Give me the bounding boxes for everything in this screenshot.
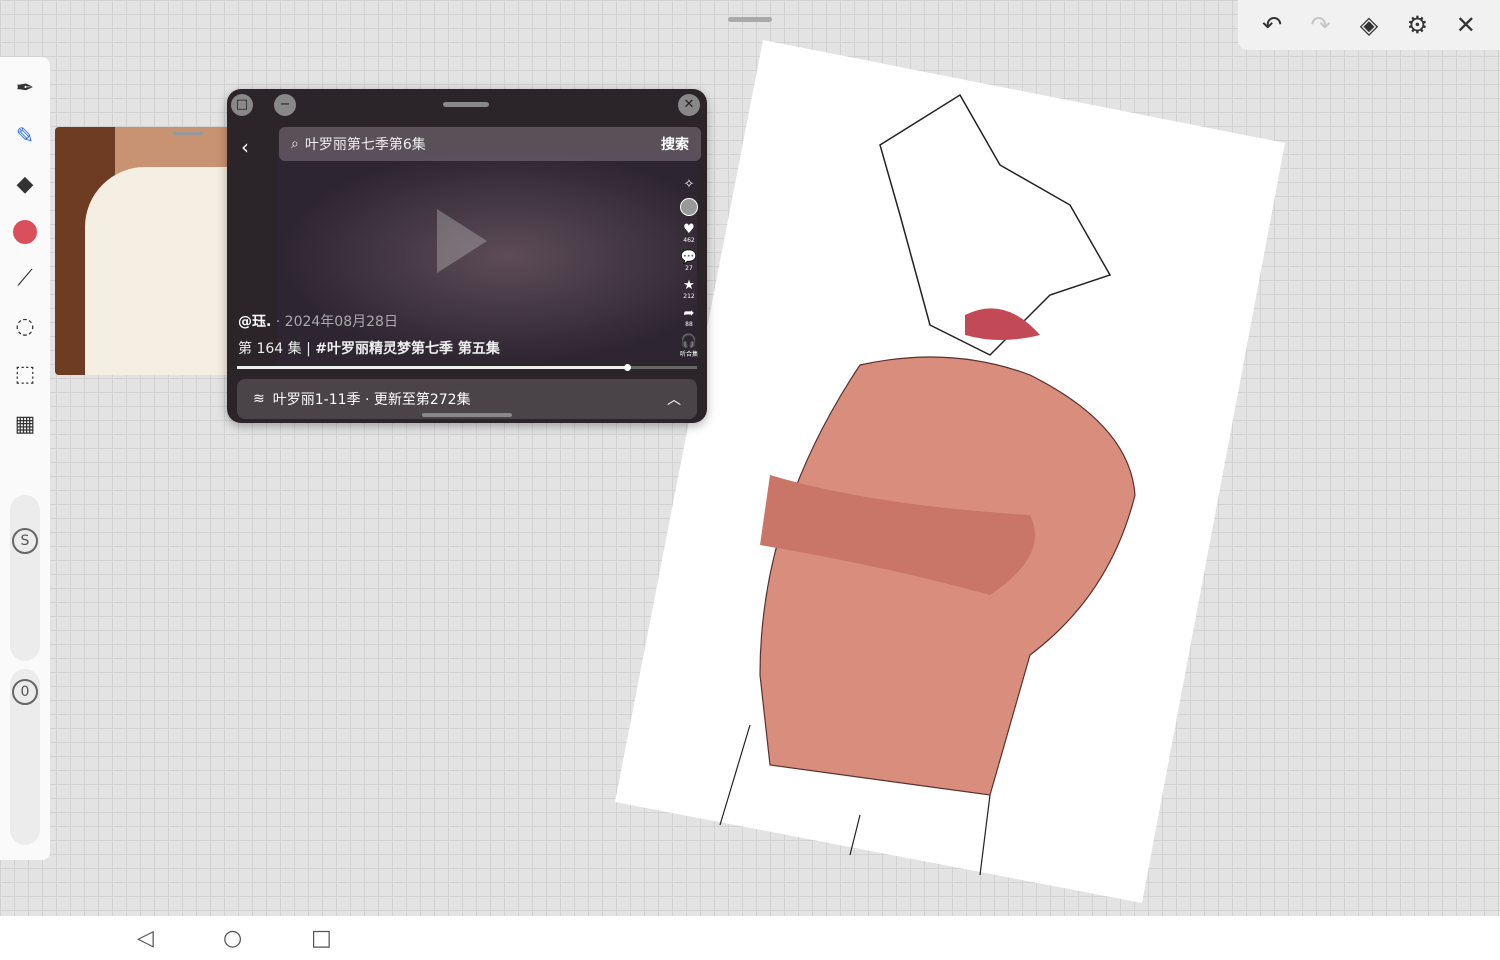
- share-icon: ➦: [683, 306, 695, 321]
- progress-fill: [237, 364, 631, 371]
- pen-icon[interactable]: ✒: [10, 73, 40, 103]
- drag-handle[interactable]: [728, 17, 772, 22]
- like-count: 462: [683, 237, 695, 244]
- favorite-button[interactable]: ★ 212: [679, 278, 699, 300]
- episode-number: 第 164 集: [238, 341, 302, 357]
- bottom-handle[interactable]: [422, 413, 512, 417]
- author-name[interactable]: @珏.: [238, 314, 271, 330]
- play-icon[interactable]: [437, 209, 487, 273]
- headphones-icon: 🎧: [680, 334, 698, 349]
- redo-icon[interactable]: ↷: [1304, 11, 1338, 39]
- star-icon: ★: [683, 278, 695, 293]
- post-date: · 2024年08月28日: [275, 314, 398, 330]
- left-toolbar: ✒ ✎ ◆ ⟋ ◌ ⬚ ▦ S 0: [0, 57, 50, 860]
- close-icon[interactable]: ✕: [1449, 11, 1483, 39]
- progress-thumb[interactable]: [624, 364, 631, 371]
- color-picker[interactable]: [10, 217, 40, 247]
- layers-icon: ≋: [253, 391, 265, 407]
- video-title[interactable]: #叶罗丽精灵梦第七季 第五集: [315, 341, 500, 357]
- brush-icon[interactable]: ✎: [10, 121, 40, 151]
- size-slider[interactable]: [10, 495, 40, 661]
- search-input[interactable]: ⌕ 叶罗丽第七季第6集 搜索: [279, 127, 701, 161]
- chevron-up-icon[interactable]: ︿: [667, 389, 681, 409]
- ai-icon[interactable]: ✧: [679, 177, 699, 192]
- close-window-button[interactable]: ✕: [678, 94, 700, 116]
- maximize-button[interactable]: □: [231, 94, 253, 116]
- home-nav-icon[interactable]: ○: [223, 926, 242, 951]
- collection-label: 叶罗丽1-11季 · 更新至第272集: [272, 392, 471, 408]
- size-label: S: [12, 528, 38, 554]
- system-nav-bar: ◁ ○ □: [0, 916, 1500, 960]
- search-icon: ⌕: [291, 136, 299, 152]
- heart-icon: ♥: [683, 222, 695, 237]
- favorite-count: 212: [683, 293, 695, 300]
- comment-button[interactable]: 💬 27: [679, 250, 699, 272]
- recents-nav-icon[interactable]: □: [311, 926, 332, 951]
- video-actions: ✧ ♥ 462 💬 27 ★ 212 ➦ 88 🎧 听合集: [679, 177, 699, 364]
- listen-label: 听合集: [679, 351, 698, 358]
- eraser-icon[interactable]: ◆: [10, 169, 40, 199]
- reference-image[interactable]: [55, 127, 235, 375]
- comment-icon: 💬: [680, 250, 698, 265]
- layers-icon[interactable]: ◈: [1352, 11, 1386, 39]
- back-icon[interactable]: ‹: [241, 135, 249, 159]
- share-button[interactable]: ➦ 88: [679, 306, 699, 328]
- smudge-icon[interactable]: ⟋: [10, 263, 40, 293]
- minimize-button[interactable]: −: [274, 94, 296, 116]
- canvas-drawing[interactable]: [610, 35, 1300, 910]
- share-count: 88: [685, 321, 693, 328]
- window-drag-handle[interactable]: [443, 102, 489, 107]
- gear-icon[interactable]: ⚙: [1400, 11, 1434, 39]
- search-button[interactable]: 搜索: [661, 134, 689, 154]
- listen-button[interactable]: 🎧 听合集: [679, 334, 699, 358]
- video-player[interactable]: [277, 149, 697, 364]
- like-button[interactable]: ♥ 462: [679, 222, 699, 244]
- progress-bar[interactable]: [237, 364, 697, 371]
- gallery-icon[interactable]: ▦: [10, 409, 40, 439]
- search-query[interactable]: 叶罗丽第七季第6集: [305, 134, 661, 154]
- back-nav-icon[interactable]: ◁: [137, 926, 154, 951]
- floating-video-window: □ − ✕ ‹ ⌕ 叶罗丽第七季第6集 搜索 ✧ ♥ 462 💬 27 ★ 212 ➦…: [227, 89, 707, 423]
- opacity-label: 0: [12, 679, 38, 705]
- author-avatar[interactable]: [679, 198, 699, 216]
- comment-count: 27: [685, 265, 693, 272]
- selection-icon[interactable]: ⬚: [10, 359, 40, 389]
- lasso-icon[interactable]: ◌: [10, 311, 40, 341]
